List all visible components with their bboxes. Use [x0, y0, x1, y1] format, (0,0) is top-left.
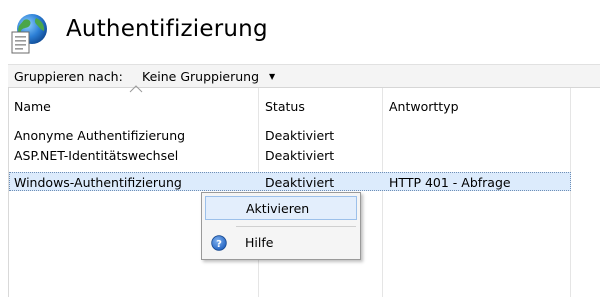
menu-item-label: Aktivieren [246, 201, 310, 216]
menu-item-label: Hilfe [245, 235, 274, 250]
column-divider[interactable] [570, 88, 571, 297]
row-name: Windows-Authentifizierung [14, 175, 182, 190]
table-header: Name Status Antworttyp [9, 85, 600, 115]
menu-item-help[interactable]: ? Hilfe [205, 231, 357, 255]
help-icon: ? [211, 235, 227, 251]
row-status: Deaktiviert [265, 148, 335, 163]
table-row-selected[interactable]: Windows-Authentifizierung Deaktiviert HT… [9, 172, 571, 191]
row-status: Deaktiviert [265, 175, 335, 190]
menu-item-activate[interactable]: Aktivieren [205, 196, 357, 220]
sort-ascending-icon [129, 85, 143, 93]
group-by-label: Gruppieren nach: [14, 69, 123, 84]
table-row[interactable]: ASP.NET-Identitätswechsel Deaktiviert [9, 146, 600, 165]
group-by-value: Keine Gruppierung [142, 68, 260, 84]
group-by-dropdown[interactable]: Keine Gruppierung ▼ [136, 65, 281, 87]
page-header: Authentifizierung [0, 0, 600, 62]
row-name: Anonyme Authentifizierung [14, 128, 186, 143]
group-by-toolbar: Gruppieren nach: Keine Gruppierung ▼ [8, 64, 600, 88]
table-row[interactable]: Anonyme Authentifizierung Deaktiviert [9, 126, 600, 145]
chevron-down-icon: ▼ [269, 72, 276, 81]
column-header-status[interactable]: Status [265, 99, 305, 114]
row-response-type: HTTP 401 - Abfrage [389, 175, 511, 190]
column-divider[interactable] [382, 88, 383, 297]
globe-document-icon [11, 14, 47, 54]
page-title: Authentifizierung [66, 16, 268, 42]
row-status: Deaktiviert [265, 128, 335, 143]
svg-text:?: ? [216, 239, 222, 250]
column-header-name[interactable]: Name [14, 99, 51, 114]
context-menu: Aktivieren ? Hilfe [201, 192, 361, 260]
column-header-response-type[interactable]: Antworttyp [389, 99, 459, 114]
row-name: ASP.NET-Identitätswechsel [14, 148, 179, 163]
menu-separator [236, 226, 356, 227]
